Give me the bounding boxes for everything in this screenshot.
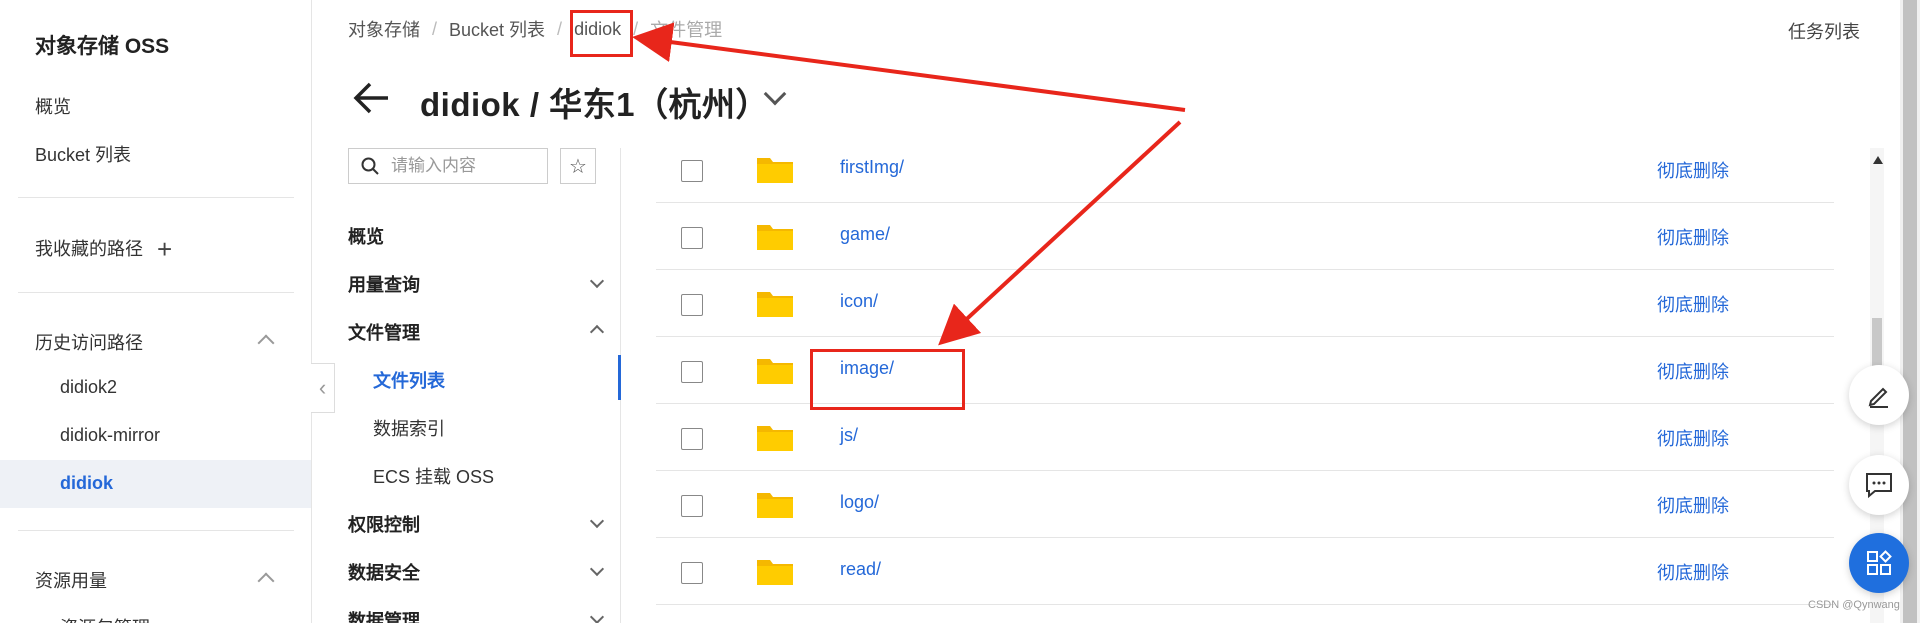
breadcrumb-separator: / — [557, 18, 563, 39]
page-scroll-thumb[interactable] — [1903, 0, 1917, 623]
folder-icon — [757, 158, 793, 183]
nav-ecs-mount[interactable]: ECS 挂载 OSS — [373, 463, 494, 489]
file-name-link[interactable]: read/ — [840, 559, 881, 580]
table-row[interactable]: read/彻底删除 — [656, 538, 1834, 605]
table-row[interactable]: js/彻底删除 — [656, 404, 1834, 471]
delete-permanently-link[interactable]: 彻底删除 — [1657, 157, 1729, 183]
history-item-didiok-mirror[interactable]: didiok-mirror — [60, 425, 160, 446]
sidebar-item-bucket-list[interactable]: Bucket 列表 — [35, 141, 131, 167]
folder-icon — [757, 292, 793, 317]
chevron-up-icon[interactable] — [257, 572, 275, 590]
history-item-didiok[interactable]: didiok — [60, 473, 113, 494]
breadcrumb: 对象存储 / Bucket 列表 / didiok / 文件管理 — [348, 16, 722, 42]
file-name-link[interactable]: js/ — [840, 425, 858, 446]
delete-permanently-link[interactable]: 彻底删除 — [1657, 291, 1729, 317]
folder-icon — [757, 359, 793, 384]
row-checkbox[interactable] — [681, 495, 703, 517]
table-row[interactable]: icon/彻底删除 — [656, 270, 1834, 337]
nav-overview[interactable]: 概览 — [348, 223, 384, 249]
folder-icon — [757, 560, 793, 585]
task-list-link[interactable]: 任务列表 — [1788, 18, 1860, 44]
divider — [18, 197, 294, 198]
global-sidebar: 对象存储 OSS 概览 Bucket 列表 我收藏的路径 + 历史访问路径 di… — [0, 0, 312, 623]
breadcrumb-separator: / — [432, 18, 438, 39]
chevron-up-icon[interactable] — [257, 334, 275, 352]
nav-usage-query[interactable]: 用量查询 — [348, 271, 420, 297]
sidebar-item-resource-pack[interactable]: 资源包管理 — [60, 614, 150, 623]
chevron-down-icon[interactable] — [589, 609, 605, 623]
back-arrow-icon[interactable] — [352, 80, 390, 116]
row-checkbox[interactable] — [681, 160, 703, 182]
folder-icon — [757, 225, 793, 250]
folder-icon — [757, 493, 793, 518]
row-checkbox[interactable] — [681, 562, 703, 584]
breadcrumb-oss[interactable]: 对象存储 — [348, 16, 420, 42]
sidebar-item-overview[interactable]: 概览 — [35, 93, 71, 119]
delete-permanently-link[interactable]: 彻底删除 — [1657, 559, 1729, 585]
nav-file-list[interactable]: 文件列表 — [373, 367, 445, 393]
divider — [18, 292, 294, 293]
breadcrumb-separator: / — [633, 18, 639, 39]
annotation-box-image-folder — [810, 349, 965, 410]
delete-permanently-link[interactable]: 彻底删除 — [1657, 425, 1729, 451]
row-checkbox[interactable] — [681, 428, 703, 450]
scroll-up-icon[interactable] — [1873, 156, 1883, 164]
chevron-up-icon[interactable] — [589, 324, 605, 340]
collapse-sidebar-button[interactable]: ‹ — [311, 363, 335, 413]
search-icon — [361, 157, 379, 175]
delete-permanently-link[interactable]: 彻底删除 — [1657, 224, 1729, 250]
chevron-down-icon[interactable] — [589, 513, 605, 529]
nav-file-management[interactable]: 文件管理 — [348, 319, 420, 345]
sidebar-item-resource-usage[interactable]: 资源用量 — [35, 567, 107, 593]
file-name-link[interactable]: logo/ — [840, 492, 879, 513]
chevron-down-icon[interactable] — [589, 561, 605, 577]
row-checkbox[interactable] — [681, 294, 703, 316]
file-name-link[interactable]: game/ — [840, 224, 890, 245]
edit-float-button[interactable] — [1849, 365, 1909, 425]
delete-permanently-link[interactable]: 彻底删除 — [1657, 358, 1729, 384]
table-row[interactable]: firstImg/彻底删除 — [656, 136, 1834, 203]
add-favorite-icon[interactable]: + — [157, 236, 172, 262]
annotation-box-bucket — [570, 10, 633, 57]
table-row[interactable]: logo/彻底删除 — [656, 471, 1834, 538]
nav-data-management[interactable]: 数据管理 — [348, 607, 420, 623]
breadcrumb-bucket-list[interactable]: Bucket 列表 — [449, 16, 545, 42]
table-row[interactable]: game/彻底删除 — [656, 203, 1834, 270]
row-checkbox[interactable] — [681, 361, 703, 383]
search-box[interactable] — [348, 148, 548, 184]
chat-float-button[interactable] — [1849, 455, 1909, 515]
pen-icon — [1868, 387, 1888, 408]
history-item-didiok2[interactable]: didiok2 — [60, 377, 117, 398]
divider — [18, 530, 294, 531]
search-input[interactable] — [391, 156, 531, 176]
nav-access-control[interactable]: 权限控制 — [348, 511, 420, 537]
active-item-highlight — [0, 460, 311, 508]
chevron-down-icon[interactable] — [589, 273, 605, 289]
active-indicator — [618, 355, 621, 400]
delete-permanently-link[interactable]: 彻底删除 — [1657, 492, 1729, 518]
sidebar-item-history[interactable]: 历史访问路径 — [35, 329, 143, 355]
nav-data-security[interactable]: 数据安全 — [348, 559, 420, 585]
breadcrumb-current: 文件管理 — [650, 20, 723, 40]
chevron-left-icon: ‹ — [318, 375, 327, 400]
apps-grid-icon — [1867, 550, 1892, 575]
chat-icon — [1866, 473, 1892, 499]
page-title: didiok / 华东1（杭州） — [420, 86, 770, 123]
watermark: CSDN @Qynwang — [1808, 599, 1900, 611]
folder-icon — [757, 426, 793, 451]
favorite-star-button[interactable]: ☆ — [560, 148, 596, 184]
nav-data-index[interactable]: 数据索引 — [373, 415, 445, 441]
row-checkbox[interactable] — [681, 227, 703, 249]
sidebar-item-favorites[interactable]: 我收藏的路径 — [35, 235, 143, 261]
file-name-link[interactable]: firstImg/ — [840, 157, 904, 178]
file-name-link[interactable]: icon/ — [840, 291, 878, 312]
star-icon: ☆ — [569, 155, 587, 178]
apps-float-button[interactable] — [1849, 533, 1909, 593]
sidebar-title: 对象存储 OSS — [35, 35, 170, 58]
